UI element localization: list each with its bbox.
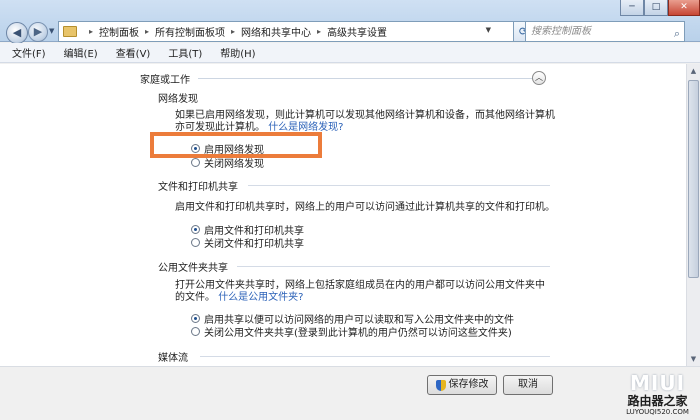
search-placeholder: 搜索控制面板: [531, 26, 591, 37]
scroll-down-arrow-icon[interactable]: ▼: [687, 352, 700, 366]
chevron-right-icon[interactable]: ▸: [317, 27, 321, 36]
menu-help[interactable]: 帮助(H): [220, 45, 255, 60]
radio-button[interactable]: [191, 157, 200, 167]
window-controls: ─ □ ✕: [620, 0, 700, 16]
description-text: 如果已启用网络发现，则此计算机可以发现其他网络计算机和设备，而其他网络计算机亦可…: [175, 110, 555, 133]
save-changes-label: 保存修改: [448, 379, 489, 390]
section-title-file-printer-sharing: 文件和打印机共享: [158, 182, 238, 193]
divider: [248, 185, 550, 186]
radio-enable-public-folder-sharing[interactable]: 启用共享以便可以访问网络的用户可以读取和写入公用文件夹中的文件: [191, 312, 514, 326]
menu-edit[interactable]: 编辑(E): [64, 45, 98, 60]
radio-label: 关闭公用文件夹共享(登录到此计算机的用户仍然可以访问这些文件夹): [204, 327, 512, 339]
group-header: 家庭或工作: [140, 70, 550, 86]
radio-label: 关闭文件和打印机共享: [204, 238, 304, 250]
chevron-right-icon[interactable]: ▸: [231, 27, 235, 36]
settings-content: 家庭或工作 ︿ 网络发现 如果已启用网络发现，则此计算机可以发现其他网络计算机和…: [0, 64, 686, 366]
section-title-public-folder-sharing: 公用文件夹共享: [158, 263, 228, 274]
section-title-media-streaming: 媒体流: [158, 353, 188, 364]
watermark-brand: MIUI: [629, 371, 686, 395]
radio-enable-file-printer-sharing[interactable]: 启用文件和打印机共享: [191, 223, 304, 237]
search-icon[interactable]: ⌕: [674, 24, 680, 43]
close-button[interactable]: ✕: [668, 0, 700, 16]
radio-button[interactable]: [191, 224, 200, 234]
forward-arrow-icon[interactable]: ▶: [28, 22, 48, 42]
save-changes-button[interactable]: 保存修改: [427, 375, 497, 395]
breadcrumb-network-center[interactable]: 网络和共享中心: [241, 24, 311, 39]
watermark-name: 路由器之家: [627, 394, 688, 408]
minimize-button[interactable]: ─: [620, 0, 644, 16]
watermark-url: LUYOUQI520.COM: [626, 408, 689, 416]
radio-disable-public-folder-sharing[interactable]: 关闭公用文件夹共享(登录到此计算机的用户仍然可以访问这些文件夹): [191, 325, 512, 339]
chevron-up-icon[interactable]: ︿: [532, 71, 546, 85]
scroll-up-arrow-icon[interactable]: ▲: [687, 64, 700, 78]
network-discovery-description: 如果已启用网络发现，则此计算机可以发现其他网络计算机和设备，而其他网络计算机亦可…: [175, 110, 555, 134]
divider: [200, 356, 550, 357]
scrollbar-thumb[interactable]: [688, 80, 699, 278]
vertical-scrollbar[interactable]: ▲ ▼: [686, 64, 700, 366]
address-bar[interactable]: ▸ 控制面板 ▸ 所有控制面板项 ▸ 网络和共享中心 ▸ 高级共享设置 ▼: [58, 21, 514, 42]
group-title: 家庭或工作: [140, 74, 190, 86]
public-folder-sharing-description: 打开公用文件夹共享时，网络上包括家庭组成员在内的用户都可以访问公用文件夹中的文件…: [175, 280, 545, 304]
chevron-right-icon[interactable]: ▸: [145, 27, 149, 36]
section-title-network-discovery: 网络发现: [158, 94, 198, 105]
menu-tools[interactable]: 工具(T): [168, 45, 202, 60]
breadcrumb-all-items[interactable]: 所有控制面板项: [155, 24, 225, 39]
radio-button[interactable]: [191, 313, 200, 323]
menu-bar: 文件(F) 编辑(E) 查看(V) 工具(T) 帮助(H): [0, 43, 700, 63]
control-panel-icon: [63, 26, 77, 37]
chevron-right-icon[interactable]: ▸: [89, 27, 93, 36]
uac-shield-icon: [435, 379, 446, 391]
divider: [237, 266, 550, 267]
menu-view[interactable]: 查看(V): [116, 45, 151, 60]
recent-pages-dropdown-icon[interactable]: ▼: [49, 27, 54, 35]
window-titlebar: ─ □ ✕ ◀ ▶ ▼ ▸ 控制面板 ▸ 所有控制面板项 ▸ 网络和共享中心 ▸…: [0, 0, 700, 44]
radio-button[interactable]: [191, 326, 200, 336]
breadcrumb-control-panel[interactable]: 控制面板: [99, 24, 139, 39]
search-input[interactable]: 搜索控制面板 ⌕: [525, 21, 685, 42]
maximize-button[interactable]: □: [644, 0, 668, 16]
menu-file[interactable]: 文件(F): [12, 45, 46, 60]
radio-disable-file-printer-sharing[interactable]: 关闭文件和打印机共享: [191, 236, 304, 250]
site-watermark: MIUI 路由器之家 LUYOUQI520.COM: [615, 372, 700, 420]
chevron-down-icon[interactable]: ▼: [486, 26, 491, 34]
what-is-public-folder-link[interactable]: 什么是公用文件夹?: [218, 292, 303, 303]
divider: [198, 77, 538, 79]
cancel-button[interactable]: 取消: [503, 375, 553, 395]
file-printer-sharing-description: 启用文件和打印机共享时，网络上的用户可以访问通过此计算机共享的文件和打印机。: [175, 202, 555, 213]
highlight-annotation-box: [150, 132, 322, 158]
radio-button[interactable]: [191, 237, 200, 247]
back-arrow-icon[interactable]: ◀: [6, 22, 28, 44]
dialog-footer: 保存修改 取消: [0, 366, 700, 420]
breadcrumb-advanced-sharing[interactable]: 高级共享设置: [327, 24, 387, 39]
